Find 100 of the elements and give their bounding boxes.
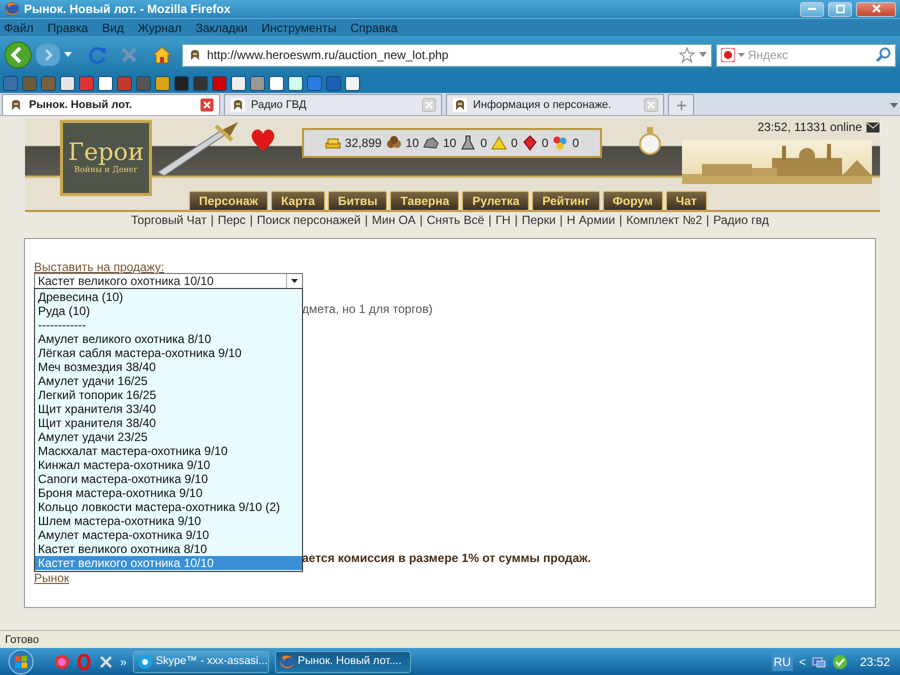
nav-button[interactable]: Чат xyxy=(666,191,707,211)
quick-link[interactable]: Перки xyxy=(522,213,556,227)
new-tab-button[interactable] xyxy=(668,94,694,115)
dropdown-option[interactable]: Шлем мастера-охотника 9/10 xyxy=(35,514,302,528)
taskbar-button[interactable]: Skype™ - xxx-assasi... xyxy=(132,650,269,672)
nav-button[interactable]: Карта xyxy=(271,191,325,211)
menu-item[interactable]: Журнал xyxy=(138,18,182,36)
search-icon xyxy=(875,47,891,63)
nav-button[interactable]: Таверна xyxy=(390,191,460,211)
quick-link[interactable]: Радио гвд xyxy=(713,213,769,227)
reload-button[interactable] xyxy=(88,45,108,65)
dropdown-option[interactable]: Маскхалат мастера-охотника 9/10 xyxy=(35,444,302,458)
browser-tab[interactable]: Информация о персонаже. xyxy=(446,94,664,115)
taskbar-button[interactable]: Рынок. Новый лот.... xyxy=(274,650,411,672)
nav-button[interactable]: Битвы xyxy=(328,191,388,211)
menu-item[interactable]: Инструменты xyxy=(262,18,336,36)
bookmark-icon xyxy=(60,76,75,91)
minimize-button[interactable] xyxy=(800,2,824,16)
nav-button[interactable]: Форум xyxy=(602,191,663,211)
quick-link[interactable]: ГН xyxy=(495,213,511,227)
dropdown-option[interactable]: Легкий топорик 16/25 xyxy=(35,388,302,402)
bookmark-icon xyxy=(212,76,227,91)
dropdown-option[interactable]: Древесина (10) xyxy=(35,290,302,304)
tray-expand-button[interactable]: < xyxy=(798,652,806,670)
pyramid-icon xyxy=(491,135,508,151)
flask-icon xyxy=(460,135,476,151)
dropdown-option[interactable]: Щит хранителя 38/40 xyxy=(35,416,302,430)
menu-item[interactable]: Закладки xyxy=(196,18,248,36)
minimize-icon xyxy=(808,8,816,10)
link-separator: | xyxy=(250,213,253,227)
market-link[interactable]: Рынок xyxy=(34,569,70,587)
nav-button[interactable]: Рейтинг xyxy=(532,191,600,211)
link-separator: | xyxy=(210,213,214,227)
home-icon xyxy=(152,46,172,64)
dropdown-option[interactable]: Броня мастера-охотника 9/10 xyxy=(35,486,302,500)
nav-button[interactable]: Персонаж xyxy=(189,191,268,211)
stop-icon xyxy=(120,46,138,64)
quick-link[interactable]: Перс xyxy=(218,213,246,227)
dropdown-option[interactable]: Кольцо ловкости мастера-охотника 9/10 (2) xyxy=(35,500,302,514)
tab-list-button[interactable] xyxy=(890,103,898,109)
dropdown-option[interactable]: Сапоги мастера-охотника 9/10 xyxy=(35,472,302,486)
menu-item[interactable]: Вид xyxy=(102,18,124,36)
dropdown-option[interactable]: ------------ xyxy=(35,318,302,332)
maximize-icon xyxy=(834,4,846,14)
dropdown-option[interactable]: Амулет великого охотника 8/10 xyxy=(35,332,302,346)
forward-button[interactable] xyxy=(36,44,60,66)
menu-item[interactable]: Файл xyxy=(4,18,34,36)
tab-close-icon xyxy=(644,98,658,112)
menu-item[interactable]: Справка xyxy=(350,18,398,36)
potion-icon xyxy=(638,126,662,156)
dropdown-option[interactable]: Кинжал мастера-охотника 9/10 xyxy=(35,458,302,472)
bookmark-icon xyxy=(231,76,246,91)
link-separator: | xyxy=(488,213,492,227)
quick-link[interactable]: Н Армии xyxy=(566,213,616,227)
browser-icon[interactable] xyxy=(54,654,70,670)
address-field[interactable]: http://www.heroeswm.ru/auction_new_lot.php xyxy=(182,44,712,66)
maximize-button[interactable] xyxy=(828,2,852,16)
tab-close-icon xyxy=(200,98,214,112)
bookmark-icon xyxy=(288,76,303,91)
dropdown-option[interactable]: Руда (10) xyxy=(35,304,302,318)
caret-icon xyxy=(64,52,72,58)
browser-tab[interactable]: Рынок. Новый лот. xyxy=(2,94,220,115)
link-separator: | xyxy=(619,213,622,227)
status-text: Готово xyxy=(5,634,39,646)
bookmark-icon xyxy=(3,76,18,91)
dropdown-option[interactable]: Кастет великого охотника 8/10 xyxy=(35,542,302,556)
quick-link[interactable]: Комплект №2 xyxy=(626,213,702,227)
gems-icon xyxy=(552,135,568,151)
start-button[interactable] xyxy=(6,648,36,674)
resource-count: 0 xyxy=(542,135,548,152)
browser-tab[interactable]: Радио ГВД xyxy=(224,94,442,115)
quick-link[interactable]: Торговый Чат xyxy=(131,213,207,227)
more-launchers-button[interactable]: » xyxy=(120,652,127,670)
tab-close-icon xyxy=(422,98,436,112)
quick-link[interactable]: Снять Всё xyxy=(426,213,484,227)
dropdown-option[interactable]: Амулет удачи 23/25 xyxy=(35,430,302,444)
home-button[interactable] xyxy=(152,46,172,64)
back-button[interactable] xyxy=(4,41,32,69)
history-dropdown-button[interactable] xyxy=(64,52,72,58)
caret-icon xyxy=(698,52,707,58)
menu-item[interactable]: Правка xyxy=(48,18,88,36)
quick-link[interactable]: Поиск персонажей xyxy=(256,213,361,227)
bookmark-icon xyxy=(22,76,37,91)
opera-icon[interactable] xyxy=(76,654,92,670)
nav-button[interactable]: Рулетка xyxy=(462,191,530,211)
site-icon xyxy=(230,97,246,113)
dropdown-option[interactable]: Лёгкая сабля мастера-охотника 9/10 xyxy=(35,346,302,360)
bookmark-star-icon xyxy=(678,47,695,63)
close-button[interactable] xyxy=(856,2,896,16)
dropdown-option[interactable]: Амулет мастера-охотника 9/10 xyxy=(35,528,302,542)
game-logo[interactable]: Герои Войны и Денег xyxy=(60,120,152,196)
language-indicator[interactable]: RU xyxy=(772,652,793,670)
dropdown-option[interactable]: Меч возмездия 38/40 xyxy=(35,360,302,374)
resource-count: 0 xyxy=(480,135,488,152)
commission-note: ается комиссия в размере 1% от суммы продаж. xyxy=(302,551,591,565)
item-select[interactable]: Кастет великого охотника 10/10 xyxy=(34,273,303,289)
quick-link[interactable]: Мин ОА xyxy=(372,213,416,227)
dropdown-option[interactable]: Щит хранителя 33/40 xyxy=(35,402,302,416)
link-separator: | xyxy=(420,213,423,227)
dropdown-option[interactable]: Амулет удачи 16/25 xyxy=(35,374,302,388)
